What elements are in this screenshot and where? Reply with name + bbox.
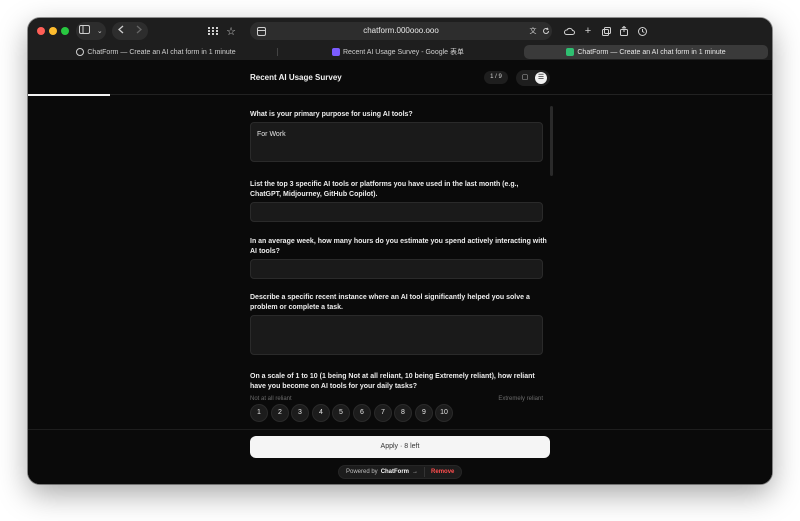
scale-option-9[interactable]: 9 xyxy=(415,404,433,422)
back-icon[interactable] xyxy=(118,25,124,37)
form-view-icon[interactable]: ☰ xyxy=(535,72,547,84)
apply-button[interactable]: Apply · 8 left xyxy=(250,436,550,458)
page-counter: 1 / 9 xyxy=(484,71,508,84)
chatform-favicon-icon xyxy=(76,48,85,56)
scale-option-6[interactable]: 6 xyxy=(353,404,371,422)
scale-option-2[interactable]: 2 xyxy=(271,404,289,422)
tab-divider xyxy=(277,48,278,56)
browser-window: ⌄ ☆ chatform.000ooo.ooo 文 + ChatForm — C… xyxy=(28,18,772,484)
reload-icon[interactable] xyxy=(538,23,554,39)
minimize-window-button[interactable] xyxy=(49,27,57,35)
question-label: List the top 3 specific AI tools or plat… xyxy=(250,181,519,198)
scale-option-5[interactable]: 5 xyxy=(332,404,350,422)
google-forms-favicon-icon xyxy=(332,48,340,56)
scale-option-10[interactable]: 10 xyxy=(435,404,453,422)
form-footer: Apply · 8 left Powered by ChatForm → Rem… xyxy=(28,429,772,484)
tab-label: ChatForm — Create an AI chat form in 1 m… xyxy=(577,48,726,56)
question-label: On a scale of 1 to 10 (1 being Not at al… xyxy=(250,373,535,390)
scale-option-4[interactable]: 4 xyxy=(312,404,330,422)
chatform-green-favicon-icon xyxy=(566,48,575,56)
powered-by-text: Powered by xyxy=(346,469,378,475)
tab-label: ChatForm — Create an AI chat form in 1 m… xyxy=(87,48,236,56)
tab-bar: ChatForm — Create an AI chat form in 1 m… xyxy=(28,44,772,60)
forward-icon[interactable] xyxy=(136,25,142,37)
history-nav xyxy=(112,22,148,40)
sidebar-icon xyxy=(79,25,91,37)
chatform-page: Recent AI Usage Survey 1 / 9 ▢ ☰ What is… xyxy=(28,60,772,484)
arrow-right-icon: → xyxy=(412,469,419,475)
maximize-window-button[interactable] xyxy=(61,27,69,35)
scale-min-label: Not at all reliant xyxy=(250,396,292,402)
address-bar[interactable]: chatform.000ooo.ooo 文 xyxy=(250,22,552,40)
tab-chatform-1[interactable]: ChatForm — Create an AI chat form in 1 m… xyxy=(76,44,236,60)
view-mode-toggle[interactable]: ▢ ☰ xyxy=(516,70,550,86)
tab-overview-icon[interactable] xyxy=(205,23,221,39)
sidebar-toggle-button[interactable]: ⌄ xyxy=(76,22,106,40)
powered-by-badge: Powered by ChatForm → Remove xyxy=(338,465,462,479)
scale-option-1[interactable]: 1 xyxy=(250,404,268,422)
new-tab-icon[interactable]: + xyxy=(580,23,596,39)
question-label: What is your primary purpose for using A… xyxy=(250,111,413,118)
chevron-down-icon: ⌄ xyxy=(96,28,103,35)
scale-option-7[interactable]: 7 xyxy=(374,404,392,422)
divider xyxy=(424,467,426,477)
favorites-star-icon[interactable]: ☆ xyxy=(223,23,239,39)
scale-labels: Not at all reliant Extremely reliant xyxy=(250,396,543,404)
scale-option-8[interactable]: 8 xyxy=(394,404,412,422)
close-window-button[interactable] xyxy=(37,27,45,35)
tab-google-form[interactable]: Recent AI Usage Survey - Google 表单 xyxy=(318,44,478,60)
share-icon[interactable] xyxy=(616,23,632,39)
scale-max-label: Extremely reliant xyxy=(498,396,543,402)
question-label: In an average week, how many hours do yo… xyxy=(250,238,547,255)
tab-chatform-active[interactable]: ChatForm — Create an AI chat form in 1 m… xyxy=(524,45,768,59)
history-clock-icon[interactable] xyxy=(634,23,650,39)
scale-option-3[interactable]: 3 xyxy=(291,404,309,422)
tabs-icon[interactable] xyxy=(598,23,614,39)
tools-field[interactable] xyxy=(250,202,543,222)
page-title: Recent AI Usage Survey xyxy=(250,73,342,82)
question-label: Describe a specific recent instance wher… xyxy=(250,294,530,311)
browser-toolbar: ⌄ ☆ chatform.000ooo.ooo 文 + xyxy=(28,18,772,44)
remove-branding-link[interactable]: Remove xyxy=(431,469,454,475)
icloud-icon[interactable] xyxy=(561,23,577,39)
chat-bubble-icon[interactable]: ▢ xyxy=(520,73,530,83)
instance-field[interactable] xyxy=(250,315,543,355)
url-text: chatform.000ooo.ooo xyxy=(363,26,439,35)
scrollbar[interactable] xyxy=(550,106,553,176)
tab-label: Recent AI Usage Survey - Google 表单 xyxy=(343,49,464,56)
purpose-field[interactable]: For Work xyxy=(250,122,543,162)
form-body: What is your primary purpose for using A… xyxy=(28,96,772,429)
hours-field[interactable] xyxy=(250,259,543,279)
brand-link[interactable]: ChatForm xyxy=(381,469,409,475)
survey-header: Recent AI Usage Survey 1 / 9 ▢ ☰ xyxy=(28,60,772,95)
